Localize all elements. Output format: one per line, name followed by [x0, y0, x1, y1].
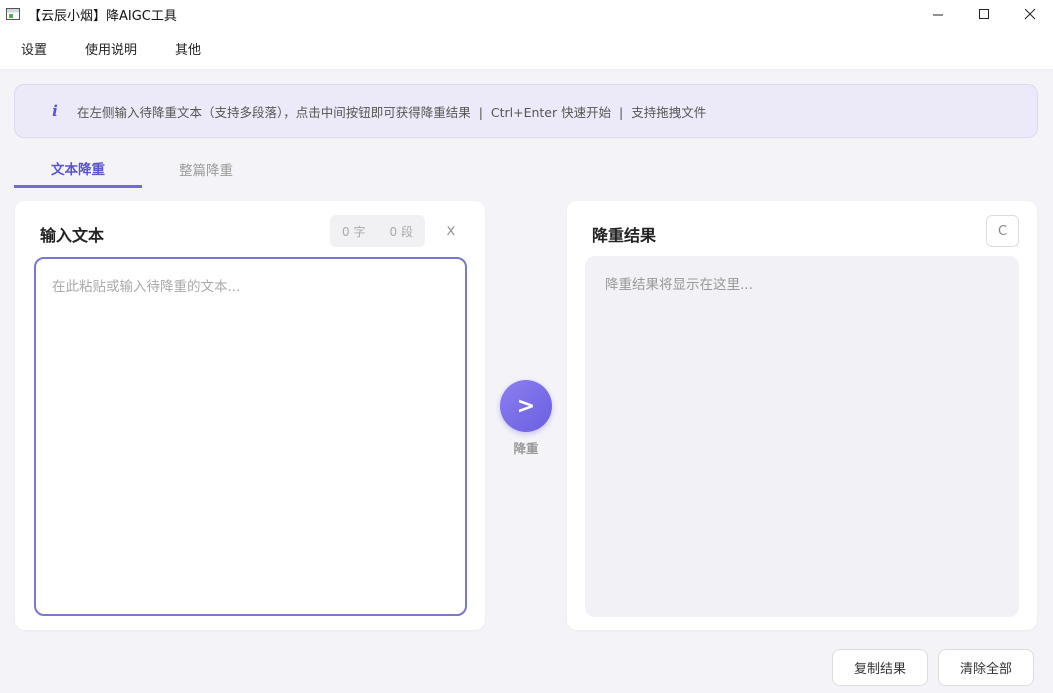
input-panel-title: 输入文本 [40, 226, 105, 245]
char-count: 0 字 [342, 224, 366, 239]
menu-other[interactable]: 其他 [169, 39, 207, 58]
menu-help[interactable]: 使用说明 [79, 39, 143, 58]
tab-bar: 文本降重 整篇降重 [14, 150, 270, 190]
clear-all-button[interactable]: 清除全部 [938, 649, 1034, 686]
rewrite-button[interactable]: > [500, 380, 552, 432]
clear-input-button[interactable]: x [441, 221, 461, 243]
info-text: 在左侧输入待降重文本（支持多段落），点击中间按钮即可获得降重结果 | Ctrl+… [77, 104, 707, 120]
result-panel-title: 降重结果 [592, 226, 657, 245]
window-controls [915, 0, 1053, 28]
app-icon [6, 8, 20, 20]
rewrite-label: 降重 [513, 441, 539, 456]
copy-icon-button[interactable]: C [986, 215, 1019, 247]
close-button[interactable] [1007, 0, 1053, 28]
result-placeholder: 降重结果将显示在这里... [605, 277, 753, 293]
menu-bar: 设置 使用说明 其他 [0, 28, 1053, 70]
maximize-icon [978, 8, 989, 19]
close-icon [1024, 8, 1035, 19]
result-panel: 降重结果 C 降重结果将显示在这里... [567, 201, 1037, 630]
minimize-icon [932, 14, 943, 15]
paragraph-count: 0 段 [389, 224, 413, 239]
window-title: 【云辰小烟】降AIGC工具 [28, 8, 177, 24]
input-textarea[interactable] [34, 257, 467, 616]
text-counter: 0 字 0 段 [330, 215, 425, 247]
minimize-button[interactable] [915, 0, 961, 28]
maximize-button[interactable] [961, 0, 1007, 28]
input-panel: 输入文本 0 字 0 段 x [15, 201, 485, 630]
tab-text-rewrite[interactable]: 文本降重 [14, 150, 142, 188]
info-banner: i 在左侧输入待降重文本（支持多段落），点击中间按钮即可获得降重结果 | Ctr… [14, 84, 1038, 138]
tab-full-document-rewrite[interactable]: 整篇降重 [142, 150, 270, 188]
copy-result-button[interactable]: 复制结果 [832, 649, 928, 686]
arrow-right-icon: > [516, 393, 536, 419]
info-icon: i [52, 102, 58, 120]
title-bar: 【云辰小烟】降AIGC工具 [0, 0, 1053, 28]
result-display[interactable]: 降重结果将显示在这里... [585, 256, 1019, 617]
menu-settings[interactable]: 设置 [15, 39, 53, 58]
